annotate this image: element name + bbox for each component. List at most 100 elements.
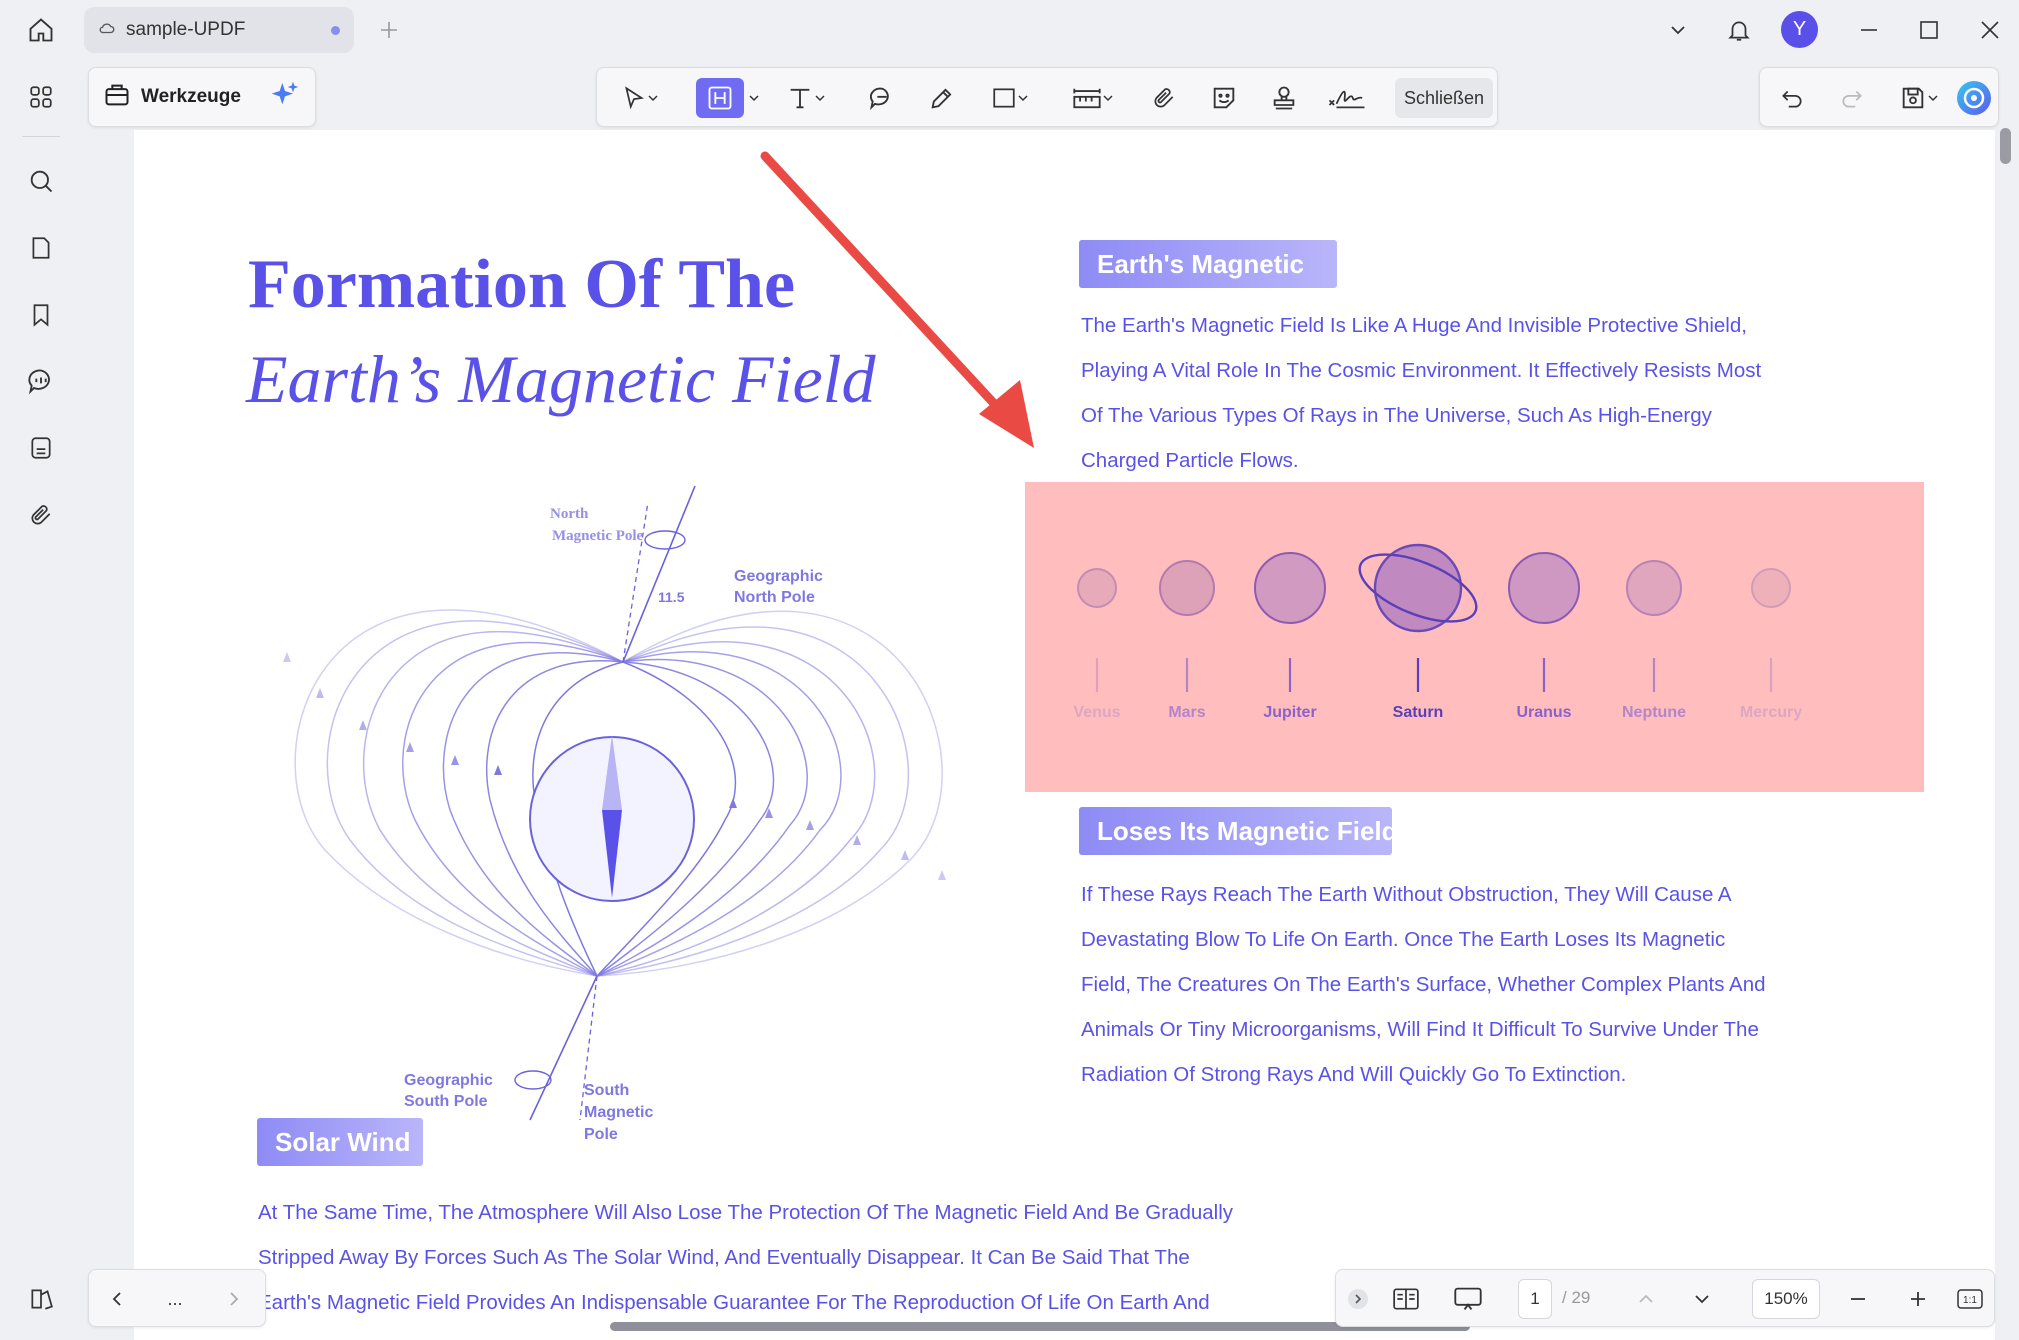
undo-icon[interactable] bbox=[1772, 78, 1812, 118]
text-tool-button[interactable] bbox=[777, 78, 835, 118]
planet-label-saturn: Saturn bbox=[1393, 704, 1444, 721]
highlight-annotation[interactable]: Venus Mars Jupiter Saturn Uranus Neptune… bbox=[1025, 482, 1924, 792]
label-south-magnetic-2: Magnetic bbox=[584, 1104, 653, 1121]
shape-tool-button[interactable] bbox=[982, 78, 1038, 118]
ai-sparkle-icon[interactable] bbox=[269, 79, 301, 116]
page-number-input[interactable]: 1 bbox=[1518, 1279, 1552, 1319]
minimize-icon[interactable] bbox=[1851, 12, 1887, 48]
chevron-up-icon[interactable] bbox=[1626, 1279, 1666, 1319]
paragraph-line: At The Same Time, The Atmosphere Will Al… bbox=[258, 1201, 1234, 1224]
measure-tool-button[interactable] bbox=[1062, 78, 1124, 118]
planet-uranus bbox=[1508, 552, 1580, 624]
apps-grid-icon[interactable] bbox=[20, 76, 62, 118]
stamp-icon[interactable] bbox=[1264, 78, 1304, 118]
paragraph-line: Playing A Vital Role In The Cosmic Envir… bbox=[1081, 359, 1762, 382]
document-tab[interactable]: sample-UPDF bbox=[84, 7, 354, 53]
geographic-axis bbox=[622, 485, 696, 663]
right-toolbar bbox=[1759, 67, 1999, 127]
select-tool-button[interactable] bbox=[611, 78, 669, 118]
bookmark-icon[interactable] bbox=[20, 294, 62, 336]
label-geo-north-2: North Pole bbox=[734, 589, 815, 606]
paragraph-line: Radiation Of Strong Rays And Will Quickl… bbox=[1081, 1063, 1627, 1086]
axis-tilt-label: 11.5 bbox=[658, 589, 685, 605]
paragraph-line: Animals Or Tiny Microorganisms, Will Fin… bbox=[1081, 1018, 1759, 1041]
document-title-line1: Formation Of The bbox=[248, 246, 796, 323]
sticker-icon[interactable] bbox=[1204, 78, 1244, 118]
paragraph-line: Stripped Away By Forces Such As The Sola… bbox=[258, 1246, 1190, 1269]
presentation-icon[interactable] bbox=[1448, 1279, 1488, 1319]
paperclip-icon[interactable] bbox=[1144, 78, 1184, 118]
paragraph-line: The Earth's Magnetic Field Is Like A Hug… bbox=[1081, 314, 1747, 337]
page-layout-icon[interactable] bbox=[1386, 1279, 1426, 1319]
form-fields-icon[interactable] bbox=[20, 427, 62, 469]
chevron-right-icon[interactable] bbox=[214, 1279, 254, 1319]
paragraph-line: Of The Various Types Of Rays in The Univ… bbox=[1081, 404, 1712, 427]
paragraph-line: Devastating Blow To Life On Earth. Once … bbox=[1081, 928, 1726, 951]
sidebar-divider bbox=[22, 136, 60, 137]
chevron-down-icon[interactable] bbox=[1682, 1279, 1722, 1319]
vertical-scrollbar[interactable] bbox=[2000, 128, 2011, 164]
paragraph-line: If These Rays Reach The Earth Without Ob… bbox=[1081, 883, 1732, 906]
document-title-line2: Earth’s Magnetic Field bbox=[246, 341, 876, 417]
actual-size-icon[interactable]: 1:1 bbox=[1950, 1279, 1990, 1319]
collapse-arrow-icon[interactable] bbox=[1344, 1279, 1372, 1319]
page-nav-panel: ... bbox=[88, 1269, 266, 1327]
chevron-left-icon[interactable] bbox=[97, 1279, 137, 1319]
label-geo-south-1: Geographic bbox=[404, 1072, 493, 1089]
page-total: / 29 bbox=[1562, 1288, 1591, 1307]
planet-label-venus: Venus bbox=[1073, 704, 1120, 721]
zoom-in-icon[interactable] bbox=[1898, 1279, 1938, 1319]
ai-assistant-icon[interactable] bbox=[1954, 78, 1994, 118]
title-bar: sample-UPDF Y bbox=[0, 0, 2019, 60]
signature-icon[interactable] bbox=[1324, 78, 1370, 118]
left-sidebar bbox=[0, 60, 82, 1340]
planet-label-mercury: Mercury bbox=[1740, 704, 1802, 721]
new-tab-plus-icon[interactable] bbox=[372, 13, 406, 47]
section-heading-solar-wind: Solar Wind bbox=[257, 1118, 423, 1166]
pdf-page[interactable]: Formation Of The Earth’s Magnetic Field … bbox=[134, 130, 1995, 1340]
planet-mercury bbox=[1751, 568, 1791, 608]
planet-jupiter bbox=[1254, 552, 1326, 624]
close-window-icon[interactable] bbox=[1972, 12, 2008, 48]
comments-icon[interactable] bbox=[20, 360, 62, 402]
label-north-magnetic-1: North bbox=[550, 506, 589, 522]
highlight-options-chevron-icon[interactable] bbox=[745, 78, 763, 118]
label-south-magnetic-3: Pole bbox=[584, 1126, 618, 1143]
paragraph-line: Field, The Creatures On The Earth's Surf… bbox=[1081, 973, 1766, 996]
highlight-tool-button[interactable] bbox=[696, 78, 744, 118]
bell-icon[interactable] bbox=[1721, 12, 1757, 48]
planet-label-mars: Mars bbox=[1168, 704, 1205, 721]
home-icon[interactable] bbox=[20, 12, 62, 48]
save-button[interactable] bbox=[1890, 78, 1948, 118]
rotation-arrow-north bbox=[644, 530, 686, 550]
close-tools-button[interactable]: Schließen bbox=[1395, 78, 1493, 118]
library-icon[interactable] bbox=[20, 1278, 62, 1320]
maximize-icon[interactable] bbox=[1911, 12, 1947, 48]
tools-panel[interactable]: Werkzeuge bbox=[88, 67, 316, 127]
zoom-out-icon[interactable] bbox=[1838, 1279, 1878, 1319]
zoom-level-select[interactable]: 150% bbox=[1752, 1279, 1820, 1319]
toolbox-icon bbox=[103, 81, 131, 114]
cloud-icon bbox=[98, 19, 116, 42]
view-controls-panel: 1 / 29 150% 1:1 bbox=[1335, 1269, 1995, 1327]
unsaved-dot-icon bbox=[331, 25, 340, 35]
search-icon[interactable] bbox=[20, 160, 62, 202]
attachment-icon[interactable] bbox=[20, 494, 62, 536]
tab-title: sample-UPDF bbox=[126, 19, 246, 40]
page-thumbnails-icon[interactable] bbox=[20, 227, 62, 269]
planet-venus bbox=[1077, 568, 1117, 608]
planet-label-uranus: Uranus bbox=[1516, 704, 1571, 721]
label-north-magnetic-2: Magnetic Pole bbox=[552, 528, 644, 544]
more-options-button[interactable]: ... bbox=[155, 1279, 195, 1319]
section-heading-earths-magnetic: Earth's Magnetic bbox=[1079, 240, 1337, 288]
redo-icon[interactable] bbox=[1832, 78, 1872, 118]
chevron-down-icon[interactable] bbox=[1660, 12, 1696, 48]
pencil-icon[interactable] bbox=[922, 78, 962, 118]
svg-text:1:1: 1:1 bbox=[1963, 1295, 1977, 1306]
avatar[interactable]: Y bbox=[1781, 11, 1818, 48]
comment-icon[interactable] bbox=[862, 78, 902, 118]
paragraph-line: Earth's Magnetic Field Provides An Indis… bbox=[258, 1291, 1210, 1314]
chevron-down-icon bbox=[648, 95, 658, 102]
planets-illustration: Venus Mars Jupiter Saturn Uranus Neptune… bbox=[1073, 543, 1802, 721]
label-south-magnetic-1: South bbox=[584, 1082, 629, 1099]
